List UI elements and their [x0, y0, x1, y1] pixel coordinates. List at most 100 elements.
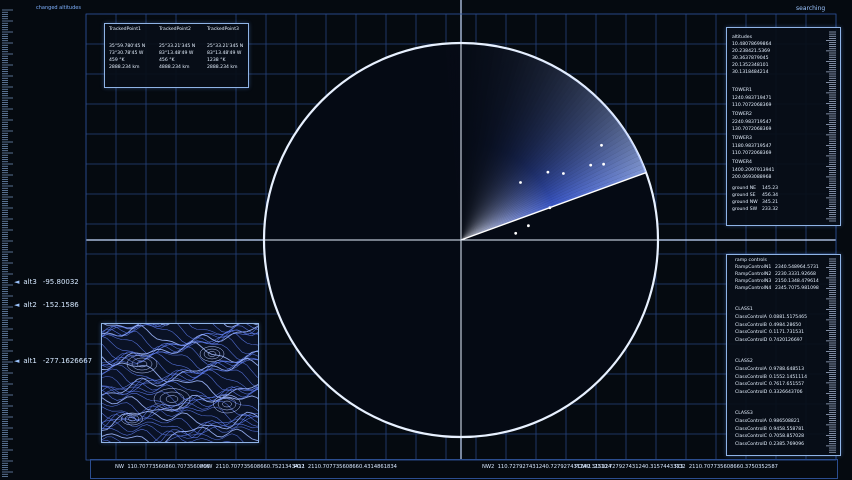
ground-value: 233.32	[762, 207, 779, 212]
class-control-value: 0.7420126697	[769, 337, 803, 343]
altimeter-value: -277.1626667	[42, 357, 93, 365]
altitude-value: 30.1318484214	[732, 70, 769, 75]
pow1-readout: POW 2110.707735608660.7521343411	[200, 464, 305, 470]
class-control-label: ClassControlA	[735, 419, 767, 424]
ground-label: ground NW	[732, 200, 758, 205]
altimeter-value: -95.80032	[42, 278, 79, 286]
tracked-cell: 35°59.780'45 N	[109, 44, 146, 49]
altitudes-label: altitudes	[732, 35, 753, 40]
tower-value: 110.7072068369	[732, 103, 772, 108]
tracked-cell: 459 °K	[109, 58, 125, 63]
pow2-readout: POW2 2110.727927431240.3157443323	[575, 464, 683, 470]
tracked-cell: 73°30.78'45 W	[109, 51, 144, 56]
tower-value: 1400.2097913941	[732, 168, 775, 173]
po2-b-value: 2110.707735608660.3750352587	[688, 464, 778, 470]
tracked-col-1-header: TrackedPoint1	[109, 27, 141, 32]
nw1-value: 110.70773560860.7073560866	[127, 464, 210, 470]
class-control-value: 0.7617.651557	[769, 382, 805, 387]
triangle-left-icon: ◄	[14, 357, 20, 365]
pow1-label: POW	[200, 464, 213, 470]
radar-blip	[548, 206, 552, 210]
ground-value: 145.23	[762, 186, 779, 191]
triangle-left-icon: ◄	[14, 301, 20, 309]
tracked-points-panel: TrackedPoint1 TrackedPoint2 TrackedPoint…	[104, 23, 249, 88]
radar-blip	[562, 172, 565, 175]
class-control-value: 0.9788.648513	[769, 367, 805, 372]
class-control-value: 0.3326643706	[769, 389, 803, 395]
ground-value: 456.34	[762, 193, 779, 198]
ground-value: 345.21	[762, 200, 779, 205]
ground-label: ground SE	[732, 193, 756, 198]
class-control-value: 0.2385.769096	[769, 441, 805, 447]
radar-blip	[589, 163, 593, 167]
class-control-label: ClassControlB	[735, 426, 767, 432]
radar-blip	[514, 231, 518, 235]
class-control-value: 0.0881.5175465	[769, 315, 807, 320]
radar-blip	[546, 170, 550, 174]
radar-blip	[519, 181, 522, 184]
status-label: searching	[796, 5, 826, 12]
ramp-control-value: 2345.7075.981098	[775, 286, 819, 291]
ramp-control-label: RampControlN2	[735, 272, 772, 277]
tower-value: 200.0693088968	[732, 175, 772, 180]
tracked-cell: 1238 °K	[207, 58, 226, 63]
ramp-control-value: 2340.548964.5731	[775, 265, 819, 270]
tracked-cell: 83°13.48'49 W	[207, 51, 242, 56]
class-name: CLASS3	[735, 411, 753, 416]
nw1-label: NW	[115, 464, 125, 470]
altitude-value: 20.1352348101	[732, 63, 769, 68]
topographic-map-panel	[101, 323, 259, 443]
tower-value: 1180.983719547	[732, 144, 772, 149]
tracked-cell: 25°33.21'345 N	[207, 44, 244, 49]
pow1-value: 2110.707735608660.7521343411	[215, 464, 305, 470]
ramp-control-label: RampControlN4	[735, 286, 772, 291]
po2-a-label: PO2	[294, 464, 305, 470]
radar-blip	[600, 143, 603, 147]
radar-blip	[527, 224, 530, 228]
altimeter-value: -152.1586	[42, 301, 79, 309]
tracked-cell: 25°33.21'345 N	[159, 44, 196, 49]
altimeter-alt1: ◄ alt1 -277.1626667	[14, 357, 92, 365]
ground-label: ground SW	[732, 207, 758, 212]
class-control-label: ClassControlD	[735, 389, 768, 395]
tracked-cell: 2888.234 km	[109, 65, 140, 70]
ground-label: ground NE	[732, 186, 757, 191]
class-control-label: ClassControlA	[735, 367, 767, 372]
altitudes-towers-panel: altitudes 10.48078699864 20.238421.5369 30…	[726, 27, 841, 226]
ramp-control-label: RampControlN1	[735, 265, 772, 270]
class-name: CLASS1	[735, 307, 753, 312]
tower-value: 2240.983719547	[732, 120, 772, 125]
po2-b-readout: PO2 2110.707735608660.3750352587	[675, 464, 778, 470]
ramp-control-value: 2150.1348.479614	[775, 279, 819, 284]
tracked-cell: 456 °K	[159, 58, 175, 63]
altimeter-label: alt1	[23, 357, 37, 365]
class-control-label: ClassControlA	[735, 315, 767, 320]
class-control-value: 0.1171.731531	[769, 330, 805, 335]
ramp-controls-label: ramp controls	[735, 258, 767, 263]
radar-scope	[262, 41, 660, 439]
pow2-label: POW2	[575, 464, 591, 470]
tracked-cell: 83°13.48'49 W	[159, 51, 194, 56]
altimeter-alt2: ◄ alt2 -152.1586	[14, 301, 79, 309]
class-control-label: ClassControlC	[735, 434, 767, 439]
po2-a-readout: PO2 2110.707735608660.4314861834	[294, 464, 397, 470]
tracked-col-3-header: TrackedPoint3	[207, 27, 239, 32]
class-control-label: ClassControlD	[735, 337, 768, 343]
altimeter-alt3: ◄ alt3 -95.80032	[14, 278, 79, 286]
altimeter-label: alt2	[23, 301, 37, 309]
tower-value: 1240.983719471	[732, 96, 772, 101]
topographic-map	[102, 324, 258, 442]
class-control-label: ClassControlC	[735, 330, 767, 335]
triangle-left-icon: ◄	[14, 278, 20, 286]
tower-name: TOWER1	[732, 88, 752, 93]
class-control-label: ClassControlB	[735, 322, 767, 328]
nw1-readout: NW 110.70773560860.7073560866	[115, 464, 210, 470]
class-control-label: ClassControlD	[735, 441, 768, 447]
po2-a-value: 2110.707735608660.4314861834	[307, 464, 397, 470]
class-control-value: 0.1552.1451114	[769, 374, 807, 380]
altimeter-label: alt3	[23, 278, 37, 286]
class-control-label: ClassControlC	[735, 382, 767, 387]
class-name: CLASS2	[735, 359, 753, 364]
tracked-cell: 4888.234 km	[159, 65, 190, 70]
right-top-tick-ruler	[826, 31, 836, 222]
